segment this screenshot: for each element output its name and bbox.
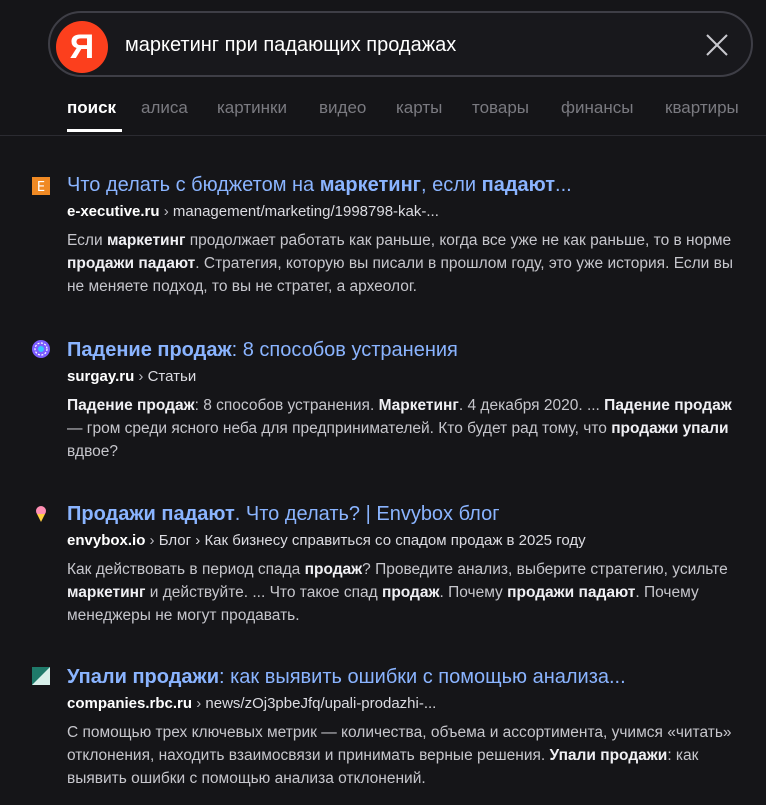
result-path[interactable]: Статьи xyxy=(148,368,197,385)
header-divider xyxy=(0,135,766,136)
result-snippet: С помощью трех ключевых метрик — количес… xyxy=(67,721,747,790)
active-tab-indicator xyxy=(67,129,122,132)
result-snippet: Как действовать в период спада продаж? П… xyxy=(67,558,747,627)
tab-realty[interactable]: квартиры xyxy=(665,98,739,118)
result-snippet: Падение продаж: 8 способов устранения. М… xyxy=(67,394,747,463)
result-url: e-xecutive.ru › management/marketing/199… xyxy=(67,203,439,220)
breadcrumb-separator: › xyxy=(192,695,206,712)
text-segment: ... xyxy=(555,174,572,196)
highlighted-term: маркетинг xyxy=(106,232,186,249)
highlighted-term: продаж xyxy=(381,584,440,601)
close-icon xyxy=(706,34,728,56)
text-segment: Если xyxy=(67,232,107,249)
tab-finance[interactable]: финансы xyxy=(561,98,633,118)
breadcrumb-separator: › xyxy=(159,203,173,220)
highlighted-term: Падение продаж xyxy=(604,397,732,414)
result-url: companies.rbc.ru › news/zOj3pbeJfq/upali… xyxy=(67,695,436,712)
tab-video[interactable]: видео xyxy=(319,98,366,118)
result-host[interactable]: companies.rbc.ru xyxy=(67,695,192,712)
svg-text:E: E xyxy=(37,180,45,195)
clear-search-button[interactable] xyxy=(703,31,731,59)
text-segment: , если xyxy=(420,174,482,196)
surgay-icon xyxy=(32,340,50,358)
text-segment: — гром среди ясного неба для предпринима… xyxy=(67,420,612,437)
highlighted-term: маркетинг xyxy=(319,174,421,196)
text-segment: Что делать с бюджетом на xyxy=(67,174,320,196)
breadcrumb-separator: › xyxy=(134,368,148,385)
highlighted-term: продажи упали xyxy=(611,420,729,437)
yandex-logo[interactable]: Я xyxy=(56,21,108,73)
envybox-icon xyxy=(36,506,46,522)
tab-products[interactable]: товары xyxy=(472,98,529,118)
text-segment: . Что делать? | Envybox блог xyxy=(234,503,500,525)
result-url: envybox.io › Блог › Как бизнесу справить… xyxy=(67,532,586,549)
breadcrumb-separator: › xyxy=(145,532,159,549)
result-title[interactable]: Что делать с бюджетом на маркетинг, если… xyxy=(67,174,572,197)
result-host[interactable]: surgay.ru xyxy=(67,368,134,385)
text-segment: : как выявить ошибки с помощью анализа..… xyxy=(218,666,626,688)
highlighted-term: Продажи падают xyxy=(67,503,235,525)
result-host[interactable]: e-xecutive.ru xyxy=(67,203,160,220)
text-segment: . 4 декабря 2020. ... xyxy=(458,397,605,414)
text-segment: вдвое? xyxy=(67,443,119,460)
result-title[interactable]: Падение продаж: 8 способов устранения xyxy=(67,339,458,362)
result-path[interactable]: management/marketing/1998798-kak-... xyxy=(173,203,439,220)
tab-images[interactable]: картинки xyxy=(217,98,287,118)
highlighted-term: падают xyxy=(481,174,556,196)
text-segment: и действуйте. ... Что такое спад xyxy=(145,584,382,601)
text-segment: продолжает работать как раньше, когда вс… xyxy=(185,232,732,249)
text-segment: : 8 способов устранения. xyxy=(194,397,379,414)
result-host[interactable]: envybox.io xyxy=(67,532,145,549)
text-segment: Как действовать в период спада xyxy=(67,561,305,578)
highlighted-term: Падение продаж xyxy=(67,397,195,414)
result-path[interactable]: Блог › Как бизнесу справиться со спадом … xyxy=(159,532,586,549)
rbc-companies-icon xyxy=(32,667,50,685)
text-segment: : 8 способов устранения xyxy=(231,339,458,361)
search-bar[interactable]: Я маркетинг при падающих продажах xyxy=(48,11,753,77)
text-segment: ? Проведите анализ, выберите страте­гию,… xyxy=(362,561,728,578)
highlighted-term: Упали продажи xyxy=(549,747,668,764)
result-url: surgay.ru › Статьи xyxy=(67,368,196,385)
result-snippet: Если маркетинг продолжает работать как р… xyxy=(67,229,747,298)
highlighted-term: Маркетинг xyxy=(378,397,459,414)
highlighted-term: маркетинг xyxy=(67,584,146,601)
highlighted-term: продаж xyxy=(304,561,363,578)
highlighted-term: продажи падают xyxy=(67,255,196,272)
result-path[interactable]: news/zOj3pbeJfq/upali-prodazhi-... xyxy=(205,695,436,712)
highlighted-term: про­дажи падают xyxy=(507,584,636,601)
tab-search[interactable]: поиск xyxy=(67,98,116,118)
highlighted-term: Упали продажи xyxy=(67,666,219,688)
search-input[interactable]: маркетинг при падающих продажах xyxy=(125,34,456,57)
result-title[interactable]: Продажи падают. Что делать? | Envybox бл… xyxy=(67,503,499,526)
text-segment: . Почему xyxy=(439,584,508,601)
e-executive-icon: E xyxy=(32,177,50,195)
result-title[interactable]: Упали продажи: как выявить ошибки с помо… xyxy=(67,666,626,689)
tab-maps[interactable]: карты xyxy=(396,98,442,118)
tab-alisa[interactable]: алиса xyxy=(141,98,188,118)
highlighted-term: Падение продаж xyxy=(67,339,232,361)
